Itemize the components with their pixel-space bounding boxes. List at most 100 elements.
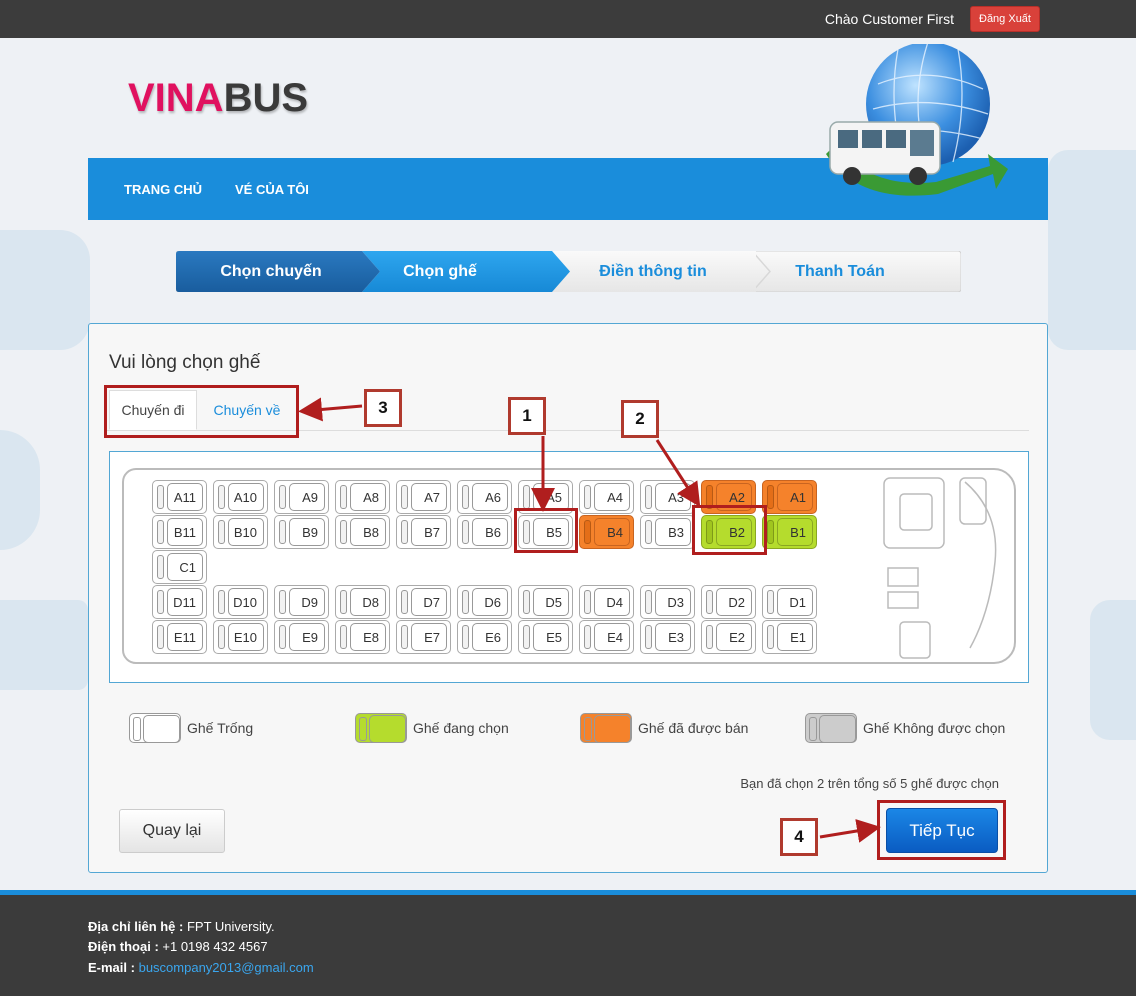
seat-b11[interactable]: B11 bbox=[152, 515, 207, 549]
logout-button[interactable]: Đăng Xuất bbox=[970, 6, 1040, 32]
legend-unavailable: Ghế Không được chọn bbox=[805, 713, 1005, 743]
seat-back bbox=[462, 590, 469, 614]
seat-e2[interactable]: E2 bbox=[701, 620, 756, 654]
seat-e5[interactable]: E5 bbox=[518, 620, 573, 654]
seat-e10[interactable]: E10 bbox=[213, 620, 268, 654]
phone-label: Điện thoại : bbox=[88, 939, 159, 954]
seat-a11[interactable]: A11 bbox=[152, 480, 207, 514]
seat-label: E10 bbox=[233, 629, 257, 645]
site-logo[interactable]: VINABUS bbox=[128, 76, 308, 121]
seat-back bbox=[279, 625, 286, 649]
seat-label: E5 bbox=[546, 629, 562, 645]
seat-b9[interactable]: B9 bbox=[274, 515, 329, 549]
seat-back bbox=[340, 520, 347, 544]
seat-e9[interactable]: E9 bbox=[274, 620, 329, 654]
seat-label: B9 bbox=[302, 524, 318, 540]
seat-a5[interactable]: A5 bbox=[518, 480, 573, 514]
step-choose-trip[interactable]: Chọn chuyến bbox=[176, 251, 366, 292]
seat-back bbox=[401, 485, 408, 509]
seat-e4[interactable]: E4 bbox=[579, 620, 634, 654]
seat-e7[interactable]: E7 bbox=[396, 620, 451, 654]
seat-e3[interactable]: E3 bbox=[640, 620, 695, 654]
seat-back bbox=[340, 590, 347, 614]
seat-label: D1 bbox=[789, 594, 806, 610]
seat-a3[interactable]: A3 bbox=[640, 480, 695, 514]
seat-d3[interactable]: D3 bbox=[640, 585, 695, 619]
seat-b7[interactable]: B7 bbox=[396, 515, 451, 549]
seat-label: E2 bbox=[729, 629, 745, 645]
logo-part-vina: VINA bbox=[128, 76, 224, 120]
annotation-number-2: 2 bbox=[621, 400, 659, 438]
footer: Địa chỉ liên hệ : FPT University. Điện t… bbox=[0, 895, 1136, 996]
back-button[interactable]: Quay lại bbox=[119, 809, 225, 853]
step-fill-info[interactable]: Điền thông tin bbox=[568, 251, 738, 292]
seat-label: A7 bbox=[424, 489, 440, 505]
seat-e11[interactable]: E11 bbox=[152, 620, 207, 654]
seat-back bbox=[767, 625, 774, 649]
email-link[interactable]: buscompany2013@gmail.com bbox=[139, 960, 314, 975]
seat-back bbox=[401, 625, 408, 649]
tab-outbound[interactable]: Chuyến đi bbox=[109, 390, 197, 430]
seat-d8[interactable]: D8 bbox=[335, 585, 390, 619]
seat-d5[interactable]: D5 bbox=[518, 585, 573, 619]
tab-return[interactable]: Chuyến về bbox=[203, 390, 291, 430]
seat-b1[interactable]: B1 bbox=[762, 515, 817, 549]
seat-back bbox=[462, 520, 469, 544]
seat-b5[interactable]: B5 bbox=[518, 515, 573, 549]
seat-e6[interactable]: E6 bbox=[457, 620, 512, 654]
legend-label-sold: Ghế đã được bán bbox=[638, 720, 749, 736]
seat-a4[interactable]: A4 bbox=[579, 480, 634, 514]
seat-b2[interactable]: B2 bbox=[701, 515, 756, 549]
footer-phone: Điện thoại : +1 0198 432 4567 bbox=[88, 939, 268, 954]
seat-d7[interactable]: D7 bbox=[396, 585, 451, 619]
seat-back bbox=[523, 625, 530, 649]
seat-e8[interactable]: E8 bbox=[335, 620, 390, 654]
seat-b6[interactable]: B6 bbox=[457, 515, 512, 549]
seat-a8[interactable]: A8 bbox=[335, 480, 390, 514]
seat-d11[interactable]: D11 bbox=[152, 585, 207, 619]
legend-swatch-selected bbox=[355, 713, 407, 743]
seat-back bbox=[584, 520, 591, 544]
seat-back bbox=[401, 520, 408, 544]
seat-d6[interactable]: D6 bbox=[457, 585, 512, 619]
seat-label: A8 bbox=[363, 489, 379, 505]
selection-summary: Bạn đã chọn 2 trên tổng số 5 ghế được ch… bbox=[740, 776, 999, 791]
globe-bus-illustration bbox=[818, 41, 1008, 210]
seat-e1[interactable]: E1 bbox=[762, 620, 817, 654]
continue-button[interactable]: Tiếp Tục bbox=[886, 808, 998, 853]
seat-d2[interactable]: D2 bbox=[701, 585, 756, 619]
seat-d10[interactable]: D10 bbox=[213, 585, 268, 619]
seat-back bbox=[584, 590, 591, 614]
seat-label: B5 bbox=[546, 524, 562, 540]
seat-back bbox=[401, 590, 408, 614]
step-choose-seat[interactable]: Chọn ghế bbox=[366, 251, 514, 292]
seat-b8[interactable]: B8 bbox=[335, 515, 390, 549]
seat-c1[interactable]: C1 bbox=[152, 550, 207, 584]
seat-back bbox=[157, 485, 164, 509]
footer-address: Địa chỉ liên hệ : FPT University. bbox=[88, 919, 275, 934]
seat-b3[interactable]: B3 bbox=[640, 515, 695, 549]
nav-item-my-tickets[interactable]: VÉ CỦA TÔI bbox=[235, 182, 309, 197]
seat-b10[interactable]: B10 bbox=[213, 515, 268, 549]
seat-label: A1 bbox=[790, 489, 806, 505]
step-payment[interactable]: Thanh Toán bbox=[766, 251, 914, 292]
seat-d1[interactable]: D1 bbox=[762, 585, 817, 619]
seat-back bbox=[767, 520, 774, 544]
seat-back bbox=[767, 590, 774, 614]
background-decoration bbox=[0, 600, 88, 690]
seat-a9[interactable]: A9 bbox=[274, 480, 329, 514]
seat-label: A4 bbox=[607, 489, 623, 505]
seat-d9[interactable]: D9 bbox=[274, 585, 329, 619]
nav-item-home[interactable]: TRANG CHỦ bbox=[124, 182, 202, 197]
seat-a10[interactable]: A10 bbox=[213, 480, 268, 514]
seat-label: E6 bbox=[485, 629, 501, 645]
seat-back bbox=[462, 485, 469, 509]
seat-back bbox=[645, 520, 652, 544]
seat-back bbox=[462, 625, 469, 649]
seat-label: D7 bbox=[423, 594, 440, 610]
seat-back bbox=[157, 590, 164, 614]
seat-a7[interactable]: A7 bbox=[396, 480, 451, 514]
seat-d4[interactable]: D4 bbox=[579, 585, 634, 619]
seat-label: A10 bbox=[233, 489, 257, 505]
seat-a6[interactable]: A6 bbox=[457, 480, 512, 514]
